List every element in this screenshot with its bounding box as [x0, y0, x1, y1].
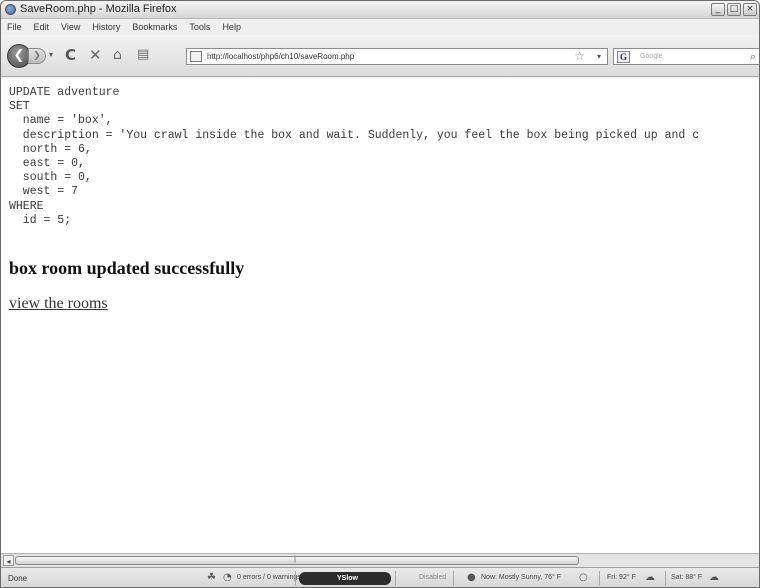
yslow-label: YSlow: [337, 575, 359, 582]
scrollbar-thumb[interactable]: [15, 556, 579, 565]
error-console-icon[interactable]: ◔: [223, 572, 232, 584]
weather-fri-text[interactable]: Fri: 92° F: [607, 574, 636, 581]
view-rooms-link[interactable]: view the rooms: [9, 295, 108, 313]
menu-view[interactable]: View: [61, 22, 80, 32]
weather-icon[interactable]: ●: [467, 572, 476, 584]
weather-sat-icon: ☁: [709, 572, 719, 583]
weather-sat-text[interactable]: Sat: 88° F: [671, 574, 702, 581]
window-title: SaveRoom.php - Mozilla Firefox: [20, 3, 177, 15]
sql-line: UPDATE adventure: [9, 86, 120, 99]
weather-fri-icon: ☁: [645, 572, 655, 583]
back-arrow-icon: ❮: [13, 48, 25, 63]
maximize-button[interactable]: □: [727, 3, 741, 16]
sql-line: west = 7: [9, 185, 79, 199]
status-separator: [395, 571, 396, 586]
star-icon[interactable]: ☆: [574, 49, 585, 63]
browser-window: SaveRoom.php - Mozilla Firefox _ □ × Fil…: [0, 0, 760, 588]
search-placeholder: Google: [640, 53, 663, 60]
url-text[interactable]: http://localhost/php6/ch10/saveRoom.php: [207, 52, 354, 61]
status-separator: [295, 571, 296, 586]
weather-cloud-icon: ○: [579, 572, 588, 583]
google-icon[interactable]: G: [617, 51, 631, 63]
sql-line: SET: [9, 100, 30, 114]
scroll-left-icon[interactable]: ◂: [3, 555, 14, 566]
menu-history[interactable]: History: [92, 22, 120, 32]
status-separator: [665, 571, 666, 586]
menu-edit[interactable]: Edit: [34, 22, 50, 32]
minimize-button[interactable]: _: [711, 3, 725, 16]
forward-button[interactable]: ❯: [28, 48, 46, 64]
errors-warnings-text[interactable]: 0 errors / 0 warnings: [237, 574, 301, 581]
search-icon[interactable]: ⌕: [750, 50, 756, 64]
menu-bookmarks[interactable]: Bookmarks: [132, 22, 177, 32]
window-controls: _ □ ×: [711, 3, 757, 16]
history-dropdown-icon[interactable]: ▾: [49, 50, 53, 59]
sql-line: description = 'You crawl inside the box …: [9, 128, 700, 142]
horizontal-scrollbar[interactable]: ◂ ║: [1, 553, 759, 567]
menu-file[interactable]: File: [7, 22, 22, 32]
weather-now-text[interactable]: Now: Mostly Sunny, 76° F: [481, 574, 561, 581]
status-separator: [453, 571, 454, 586]
forward-arrow-icon: ❯: [33, 51, 41, 61]
result-heading: box room updated successfully: [9, 258, 245, 278]
firefox-icon: [5, 4, 16, 15]
stop-icon[interactable]: ✕: [89, 47, 102, 63]
sql-output: UPDATE adventure SET name = 'box', descr…: [9, 86, 699, 228]
scrollbar-grip-icon: ║: [293, 556, 297, 563]
sql-line: WHERE: [9, 199, 44, 213]
address-bar[interactable]: http://localhost/php6/ch10/saveRoom.php …: [186, 48, 608, 65]
disabled-text[interactable]: Disabled: [419, 574, 446, 581]
reload-icon[interactable]: C: [65, 47, 76, 63]
page-content: UPDATE adventure SET name = 'box', descr…: [1, 78, 759, 553]
search-box[interactable]: G Google ⌕: [613, 48, 759, 65]
menu-bar: File Edit View History Bookmarks Tools H…: [1, 19, 759, 35]
sql-line: south = 0,: [9, 171, 92, 185]
sql-line: id = 5;: [9, 213, 72, 227]
navigation-toolbar: ❮ ❯ ▾ C ✕ ⌂ ▤ http://localhost/php6/ch10…: [1, 35, 759, 77]
status-bar: Done ☘ ◔ 0 errors / 0 warnings YSlow Dis…: [1, 567, 759, 587]
status-separator: [599, 571, 600, 586]
home-icon[interactable]: ⌂: [113, 47, 122, 63]
sql-line: name = 'box',: [9, 114, 113, 128]
menu-help[interactable]: Help: [222, 22, 241, 32]
firebug-icon[interactable]: ☘: [207, 572, 216, 584]
yslow-panel[interactable]: YSlow: [299, 572, 391, 585]
page-icon: [190, 51, 202, 62]
sql-line: north = 6,: [9, 142, 92, 156]
close-button[interactable]: ×: [743, 3, 757, 16]
title-bar: SaveRoom.php - Mozilla Firefox _ □ ×: [1, 1, 759, 19]
sql-line: east = 0,: [9, 157, 85, 171]
menu-tools[interactable]: Tools: [189, 22, 210, 32]
url-dropdown-icon[interactable]: ▾: [597, 52, 601, 61]
bookmark-page-icon[interactable]: ▤: [137, 47, 149, 63]
status-text: Done: [8, 574, 28, 583]
